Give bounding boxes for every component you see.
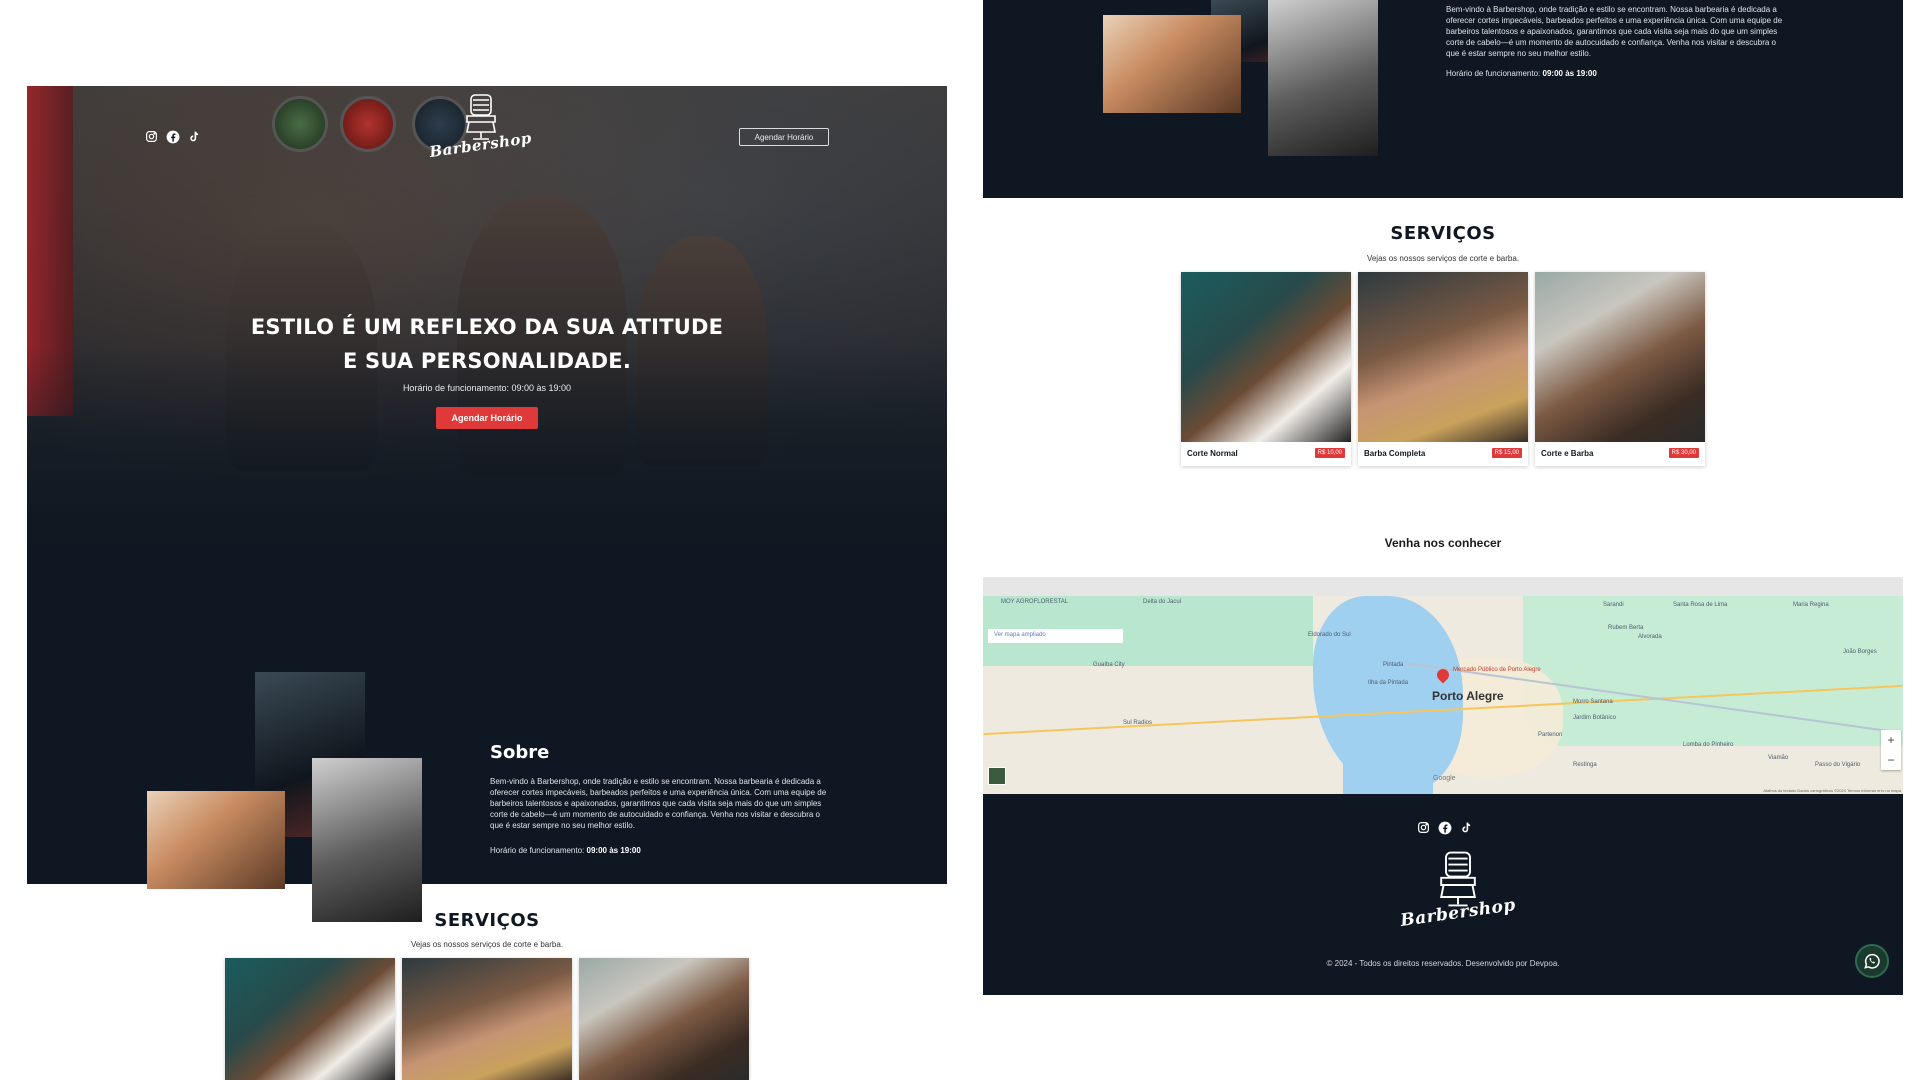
map-label: Lomba do Pinheiro	[1683, 742, 1734, 748]
service-card-corte-e-barba[interactable]: Corte e Barba R$ 30,00	[1535, 272, 1705, 466]
screenshot-canvas: Barbershop Agendar Horário ESTILO É UM R…	[0, 0, 1920, 1080]
map-label: João Borges	[1843, 649, 1877, 655]
map-enlarge-link[interactable]: Ver mapa ampliado	[988, 629, 1123, 643]
about-hours-value: 09:00 às 19:00	[1542, 69, 1597, 78]
map-label: Pintada	[1383, 662, 1404, 668]
footer: Barbershop © 2024 - Todos os direitos re…	[983, 794, 1903, 995]
map-label: Partenon	[1538, 732, 1563, 738]
map-label: Passo do Vigário	[1815, 762, 1861, 768]
facebook-icon[interactable]	[1437, 820, 1452, 835]
map-terms[interactable]: Atalhos do teclado Dados cartográficos ©…	[1763, 788, 1901, 793]
service-card-corte-normal[interactable]: Corte Normal R$ 10,00	[1181, 272, 1351, 466]
hero-background-sign	[272, 96, 328, 152]
about-hours: Horário de funcionamento: 09:00 às 19:00	[490, 846, 641, 855]
service-photo	[579, 958, 749, 1080]
service-price-badge: R$ 30,00	[1668, 448, 1699, 458]
zoom-out-button[interactable]: −	[1887, 753, 1894, 767]
page-view-bottom: Bem-vindo à Barbershop, onde tradição e …	[983, 0, 1903, 995]
services-title: SERVIÇOS	[434, 910, 540, 931]
service-photo	[1181, 272, 1351, 442]
haircut-bw-photo	[1268, 0, 1378, 156]
hero-schedule-button[interactable]: Agendar Horário	[436, 407, 538, 429]
copyright-text: © 2024 - Todos os direitos reservados. D…	[1326, 959, 1560, 968]
map-label: Delta do Jacuí	[1143, 599, 1182, 605]
map-label: Guaíba City	[1093, 662, 1125, 668]
shaving-photo	[1103, 15, 1241, 113]
service-name: Corte e Barba	[1541, 449, 1594, 458]
map-label: Viamão	[1768, 755, 1789, 761]
map-label: Sul Radios	[1123, 720, 1153, 726]
hero-section: Barbershop Agendar Horário ESTILO É UM R…	[27, 86, 947, 556]
map-label: Morro Santana	[1573, 699, 1613, 705]
about-title: Sobre	[490, 742, 550, 763]
map-label: Sarandi	[1603, 602, 1624, 608]
facebook-icon[interactable]	[165, 129, 180, 144]
map-pin-label: Mercado Público de Porto Alegre	[1453, 667, 1541, 673]
about-text: Bem-vindo à Barbershop, onde tradição e …	[1446, 5, 1783, 59]
service-photo	[225, 958, 395, 1080]
hero-title: ESTILO É UM REFLEXO DA SUA ATITUDE E SUA…	[250, 315, 724, 373]
service-card[interactable]	[225, 958, 395, 1080]
map-label: Maria Regina	[1793, 602, 1829, 608]
map-label: Jardim Botânico	[1573, 715, 1617, 721]
footer-social-links	[1416, 820, 1473, 835]
about-text: Bem-vindo à Barbershop, onde tradição e …	[490, 777, 827, 831]
service-photo	[1535, 272, 1705, 442]
service-name: Corte Normal	[1187, 449, 1238, 458]
location-title: Venha nos conhecer	[1384, 536, 1502, 550]
instagram-icon[interactable]	[1416, 820, 1431, 835]
instagram-icon[interactable]	[144, 129, 159, 144]
hero-background-sign	[340, 96, 396, 152]
map-label: Rubem Berta	[1608, 625, 1644, 631]
map-zoom-controls: + −	[1881, 730, 1901, 770]
services-subtitle: Vejas os nossos serviços de corte e barb…	[1366, 254, 1520, 263]
service-card[interactable]	[579, 958, 749, 1080]
map-label: Restinga	[1573, 762, 1597, 768]
about-hours-label: Horário de funcionamento:	[490, 846, 585, 855]
map-label: Alvorada	[1638, 634, 1662, 640]
hero-hours: Horário de funcionamento: 09:00 às 19:00	[402, 383, 572, 393]
google-logo: Google	[1433, 775, 1456, 782]
service-card-barba-completa[interactable]: Barba Completa R$ 15,00	[1358, 272, 1528, 466]
about-section: Sobre Bem-vindo à Barbershop, onde tradi…	[27, 556, 947, 922]
about-hours-value: 09:00 às 19:00	[586, 846, 641, 855]
map-label: Santa Rosa de Lima	[1673, 602, 1728, 608]
whatsapp-icon[interactable]	[1855, 944, 1889, 978]
brand-logo[interactable]: Barbershop	[428, 92, 533, 161]
tiktok-icon[interactable]	[186, 129, 201, 144]
map-label: Eldorado do Sul	[1308, 632, 1351, 638]
page-view-top: Barbershop Agendar Horário ESTILO É UM R…	[27, 86, 947, 1080]
map-label: Ilha da Pintada	[1368, 680, 1409, 686]
service-price-badge: R$ 10,00	[1314, 448, 1345, 458]
about-section: Bem-vindo à Barbershop, onde tradição e …	[983, 0, 1903, 198]
service-name: Barba Completa	[1364, 449, 1426, 458]
services-title: SERVIÇOS	[1390, 223, 1496, 244]
footer-brand-logo[interactable]: Barbershop	[1399, 849, 1517, 931]
map-city-label: Porto Alegre	[1432, 689, 1504, 703]
about-hours-label: Horário de funcionamento:	[1446, 69, 1541, 78]
tiktok-icon[interactable]	[1458, 820, 1473, 835]
map-satellite-toggle[interactable]	[988, 767, 1006, 785]
service-photo	[402, 958, 572, 1080]
service-price-badge: R$ 15,00	[1491, 448, 1522, 458]
services-subtitle: Vejas os nossos serviços de corte e barb…	[410, 940, 564, 949]
header-social-links	[144, 129, 201, 144]
map-label: MOY AGROFLORESTAL	[1001, 599, 1069, 605]
shaving-photo	[147, 791, 285, 889]
service-photo	[1358, 272, 1528, 442]
header-schedule-button[interactable]: Agendar Horário	[739, 128, 829, 146]
zoom-in-button[interactable]: +	[1887, 733, 1894, 747]
about-hours: Horário de funcionamento: 09:00 às 19:00	[1446, 69, 1597, 78]
map-lake	[1343, 727, 1433, 794]
google-map-embed[interactable]: MOY AGROFLORESTAL Delta do Jacuí Guaíba …	[983, 577, 1903, 794]
service-card[interactable]	[402, 958, 572, 1080]
haircut-bw-photo	[312, 758, 422, 922]
